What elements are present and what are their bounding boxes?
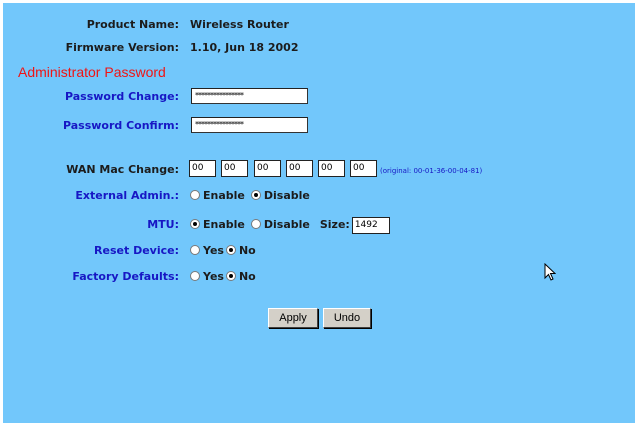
mac-octet-4[interactable]: 00 xyxy=(286,160,313,177)
factory-defaults-label: Factory Defaults: xyxy=(72,270,179,283)
external-admin-disable-option[interactable]: Disable xyxy=(250,186,310,206)
factory-yes-option[interactable]: Yes xyxy=(190,267,224,287)
external-admin-enable-option[interactable]: Enable xyxy=(190,186,245,206)
settings-panel: Product Name: Wireless Router Firmware V… xyxy=(3,3,635,423)
mac-octet-1[interactable]: 00 xyxy=(189,160,216,177)
firmware-label: Firmware Version: xyxy=(65,41,179,54)
reset-no-radio[interactable] xyxy=(225,245,236,255)
password-confirm-input[interactable]: **************** xyxy=(191,117,308,133)
product-name-label: Product Name: xyxy=(86,18,179,31)
mac-octet-6[interactable]: 00 xyxy=(350,160,377,177)
factory-defaults-row: Factory Defaults: Yes No xyxy=(3,267,635,287)
original-mac-note: (original: 00-01-36-00-04-81) xyxy=(380,167,483,175)
mac-octet-2[interactable]: 00 xyxy=(221,160,248,177)
reset-device-row: Reset Device: Yes No xyxy=(3,241,635,261)
mouse-pointer-icon xyxy=(544,263,556,281)
reset-yes-radio[interactable] xyxy=(190,245,200,255)
factory-yes-radio[interactable] xyxy=(190,271,200,281)
reset-yes-option[interactable]: Yes xyxy=(190,241,224,261)
factory-no-radio[interactable] xyxy=(225,271,236,281)
reset-no-option[interactable]: No xyxy=(225,241,256,261)
mtu-size-input[interactable]: 1492 xyxy=(351,216,390,234)
mac-octet-5[interactable]: 00 xyxy=(318,160,345,177)
mtu-size-label: Size: xyxy=(319,218,350,231)
external-admin-row: External Admin.: Enable Disable xyxy=(3,186,635,206)
undo-button[interactable]: Undo xyxy=(323,308,371,328)
external-admin-disable-radio[interactable] xyxy=(250,190,261,200)
firmware-value: 1.10, Jun 18 2002 xyxy=(190,41,299,54)
section-title: Administrator Password xyxy=(18,64,166,80)
mtu-label: MTU: xyxy=(147,218,179,231)
external-admin-enable-radio[interactable] xyxy=(190,190,200,200)
firmware-row: Firmware Version: 1.10, Jun 18 2002 xyxy=(3,38,635,58)
mtu-enable-radio[interactable] xyxy=(190,219,200,229)
mtu-disable-option[interactable]: Disable xyxy=(250,215,310,235)
password-change-input[interactable]: **************** xyxy=(191,88,308,104)
password-change-label: Password Change: xyxy=(64,90,179,103)
reset-device-label: Reset Device: xyxy=(94,244,179,257)
external-admin-label: External Admin.: xyxy=(75,189,179,202)
mac-octet-3[interactable]: 00 xyxy=(254,160,281,177)
password-confirm-row: Password Confirm: xyxy=(3,116,635,136)
password-confirm-label: Password Confirm: xyxy=(62,119,179,132)
mtu-disable-radio[interactable] xyxy=(250,219,261,229)
apply-button[interactable]: Apply xyxy=(268,308,318,328)
mtu-enable-option[interactable]: Enable xyxy=(190,215,245,235)
product-name-row: Product Name: Wireless Router xyxy=(3,15,635,35)
mtu-row: MTU: Enable Disable Size: 1492 xyxy=(3,215,635,235)
wan-mac-label: WAN Mac Change: xyxy=(66,163,179,176)
password-change-row: Password Change: xyxy=(3,87,635,107)
factory-no-option[interactable]: No xyxy=(225,267,256,287)
product-name-value: Wireless Router xyxy=(190,18,289,31)
